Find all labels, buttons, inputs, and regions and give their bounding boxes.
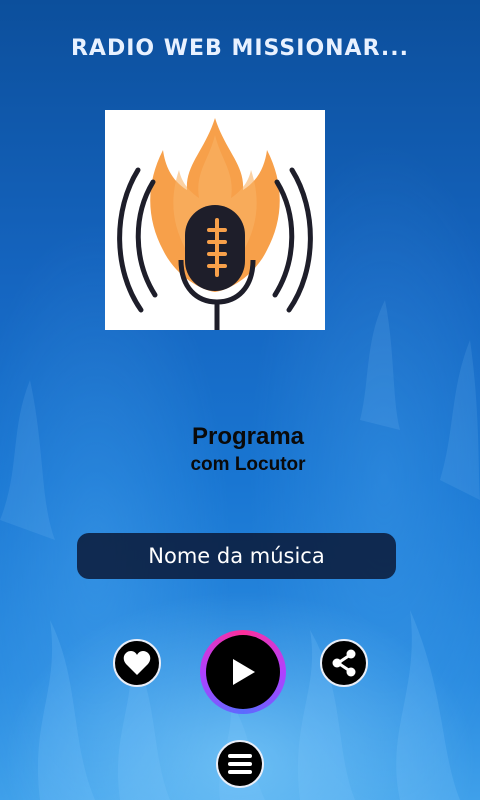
play-icon [233,659,255,685]
microphone-flame-logo [117,118,313,330]
heart-icon [123,651,151,675]
menu-icon [228,754,252,774]
share-button[interactable] [320,639,368,687]
station-logo [105,110,325,330]
song-title-bar: Nome da música [77,533,396,579]
menu-button[interactable] [216,740,264,788]
play-button[interactable] [206,635,280,709]
program-name: Programa [191,423,305,450]
program-host: com Locutor [190,454,306,475]
share-icon [332,649,356,677]
station-title: RADIO WEB MISSIONAR... [70,36,410,61]
song-title: Nome da música [148,544,325,568]
like-button[interactable] [113,639,161,687]
